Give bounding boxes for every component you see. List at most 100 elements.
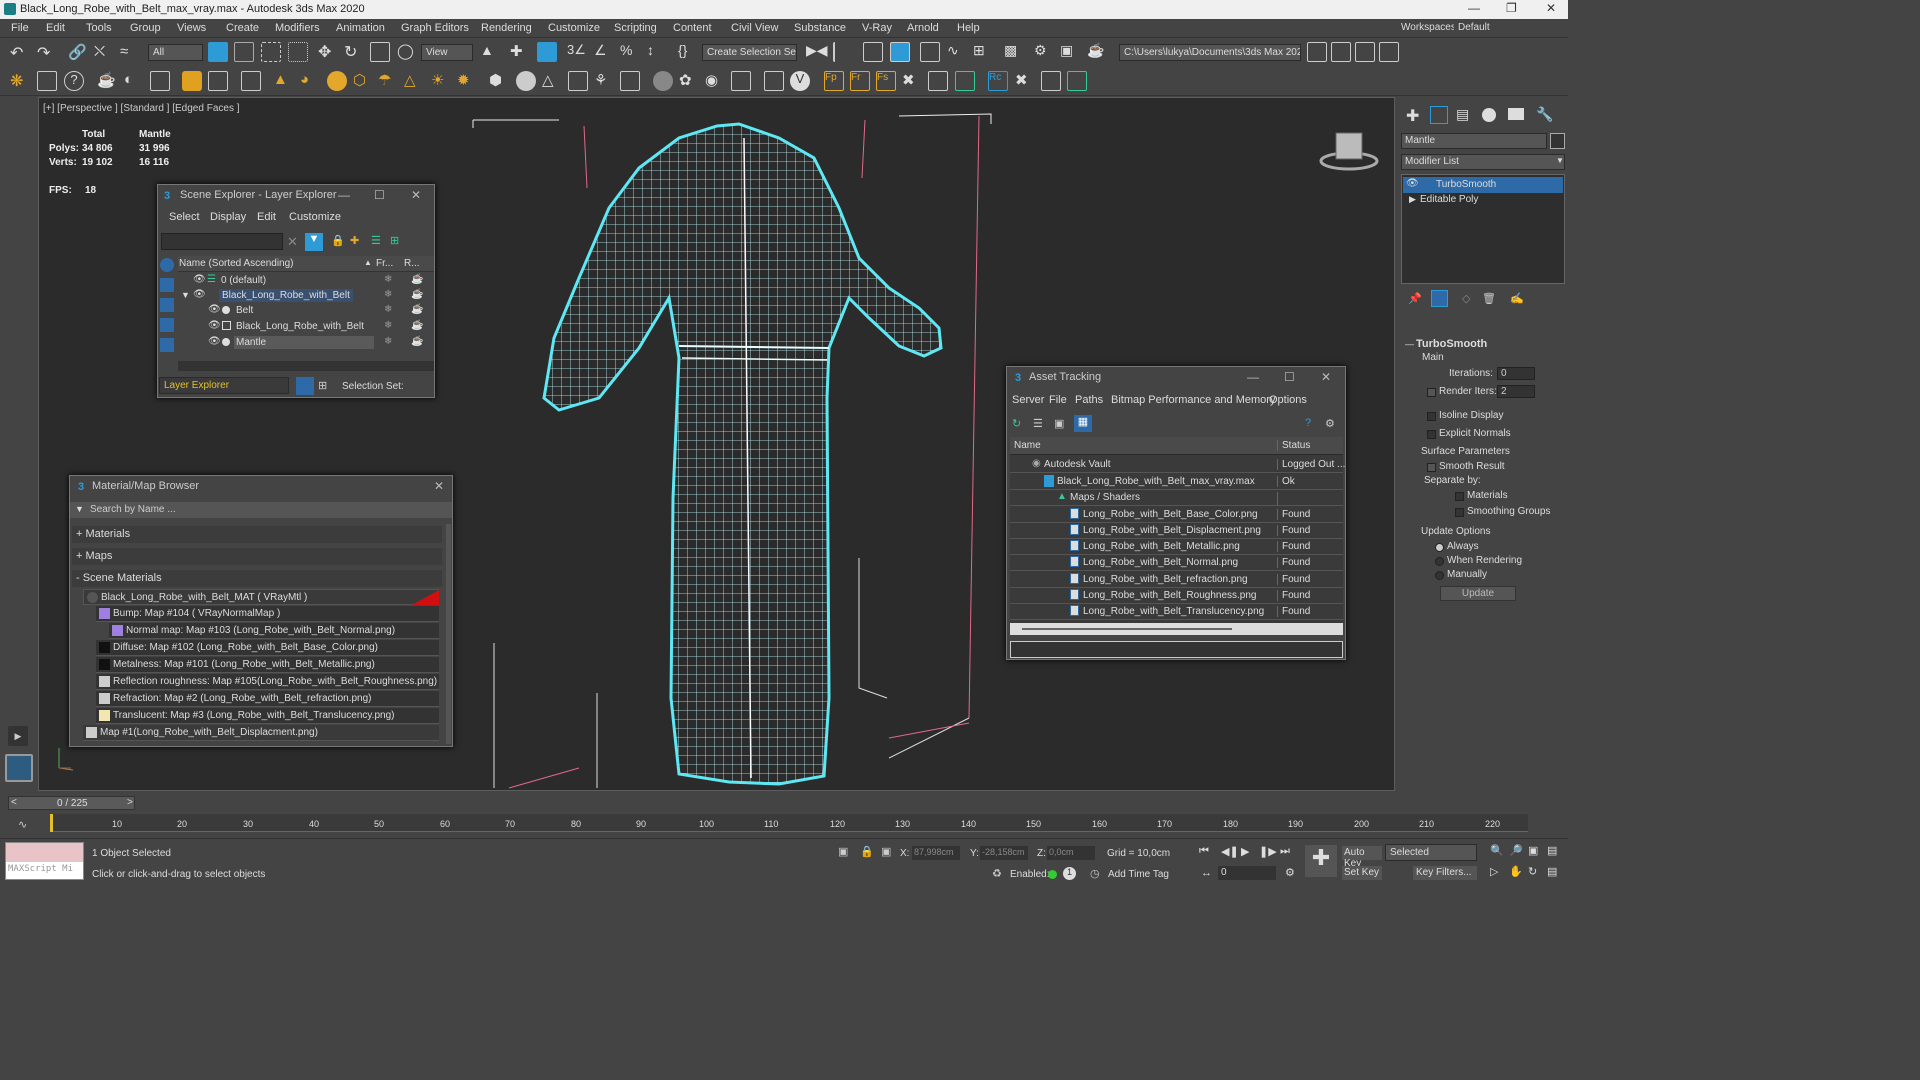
- render-icon[interactable]: ☕: [411, 304, 423, 315]
- vray-camera-icon[interactable]: [241, 71, 261, 91]
- mb-map-item[interactable]: Reflection roughness: Map #105(Long_Robe…: [96, 674, 439, 690]
- auto-key-button[interactable]: Auto Key: [1342, 846, 1382, 869]
- edit-named-sel-icon[interactable]: {}: [678, 42, 698, 62]
- mb-map-item[interactable]: Bump: Map #104 ( VRayNormalMap ): [96, 606, 439, 622]
- vray-multi-icon[interactable]: ✿: [679, 71, 699, 91]
- material-browser-titlebar[interactable]: 3 Material/Map Browser ✕: [70, 476, 452, 498]
- asset-tracking-minimize[interactable]: —: [1247, 370, 1259, 384]
- at-row-bitmap[interactable]: Long_Robe_with_Belt_Displacment.png Foun…: [1010, 523, 1343, 539]
- clear-search-icon[interactable]: ✕: [287, 234, 298, 250]
- select-manipulate-icon[interactable]: ✚: [510, 42, 530, 62]
- render-setup-icon[interactable]: ⚙: [1034, 42, 1054, 62]
- key-filters-button[interactable]: Key Filters...: [1413, 866, 1477, 880]
- stack-eye-icon[interactable]: 👁: [1406, 178, 1419, 189]
- object-color-swatch[interactable]: [1550, 133, 1565, 149]
- menu-content[interactable]: Content: [673, 22, 712, 34]
- project-folder-icon[interactable]: [1307, 42, 1327, 62]
- se-side-helpers-icon[interactable]: [160, 338, 174, 352]
- render-icon[interactable]: ☕: [411, 289, 423, 300]
- keyboard-shortcut-icon[interactable]: [537, 42, 557, 62]
- eye-icon[interactable]: 👁: [208, 320, 221, 331]
- asset-tracking-titlebar[interactable]: 3 Asset Tracking — ☐ ✕: [1007, 367, 1345, 389]
- at-path-field[interactable]: [1010, 641, 1343, 658]
- vray-cube-icon[interactable]: [568, 71, 588, 91]
- vray-dome-icon[interactable]: ◕: [300, 71, 320, 91]
- select-object-icon[interactable]: [208, 42, 228, 62]
- se-col-frozen[interactable]: Fr...: [376, 258, 393, 269]
- prev-frame-icon[interactable]: ◀❚: [1221, 845, 1239, 858]
- filter-icon[interactable]: ▼: [305, 233, 323, 251]
- at-hscrollbar[interactable]: [1010, 623, 1343, 635]
- se-row-mantle[interactable]: 👁 Mantle ❄ ☕: [178, 335, 434, 351]
- list-icon[interactable]: [37, 71, 57, 91]
- vray-sky-icon[interactable]: ✹: [457, 71, 477, 91]
- slider-next-icon[interactable]: >: [127, 797, 133, 808]
- se-menu-edit[interactable]: Edit: [257, 211, 276, 223]
- at-menu-paths[interactable]: Paths: [1075, 394, 1103, 406]
- fp-icon-3[interactable]: Fs: [876, 71, 896, 91]
- vray-ball-icon[interactable]: [516, 71, 536, 91]
- vray-fb-icon[interactable]: [764, 71, 784, 91]
- placement-icon[interactable]: ◯: [397, 42, 417, 62]
- fp-icon-2[interactable]: Fr: [850, 71, 870, 91]
- collapse-arrow-icon[interactable]: ▼: [181, 290, 190, 300]
- scale-icon[interactable]: [370, 42, 390, 62]
- current-frame-field[interactable]: 0: [1218, 866, 1276, 880]
- at-row-bitmap[interactable]: Long_Robe_with_Belt_Metallic.png Found: [1010, 539, 1343, 555]
- fov-icon[interactable]: ▷: [1490, 865, 1498, 878]
- vray-fur-icon[interactable]: [208, 71, 228, 91]
- selection-set-dropdown[interactable]: Create Selection Se: [702, 44, 797, 61]
- set-key-button[interactable]: Set Key: [1342, 866, 1382, 880]
- material-editor-icon[interactable]: ▩: [1004, 42, 1024, 62]
- list-view-icon[interactable]: ☰: [1033, 417, 1043, 430]
- at-row-vault[interactable]: ◉ Autodesk Vault Logged Out ...: [1010, 457, 1345, 473]
- se-side-lights-icon[interactable]: [160, 298, 174, 312]
- at-menu-server[interactable]: Server: [1012, 394, 1044, 406]
- vray-mesh-icon[interactable]: [182, 71, 202, 91]
- remove-modifier-icon[interactable]: 🗑: [1482, 292, 1496, 305]
- make-unique-icon[interactable]: ◇: [1462, 292, 1470, 305]
- se-col-name[interactable]: Name (Sorted Ascending): [179, 258, 294, 269]
- se-row-belt[interactable]: 👁 Belt ❄ ☕: [178, 303, 434, 319]
- object-name-field[interactable]: Mantle: [1401, 133, 1547, 149]
- se-menu-display[interactable]: Display: [210, 211, 246, 223]
- at-row-maps-folder[interactable]: ▲ Maps / Shaders: [1010, 490, 1343, 506]
- curve-editor-icon[interactable]: ∿: [947, 42, 967, 62]
- at-menu-file[interactable]: File: [1049, 394, 1067, 406]
- scene-explorer-minimize[interactable]: —: [338, 188, 350, 202]
- asset-tracking-maximize[interactable]: ☐: [1284, 370, 1295, 384]
- vray-grass-icon[interactable]: ⚘: [594, 71, 614, 91]
- eye-icon[interactable]: 👁: [193, 289, 206, 300]
- menu-arnold[interactable]: Arnold: [907, 22, 939, 34]
- workspaces-dropdown[interactable]: Default: [1454, 20, 1564, 37]
- modifier-list-dropdown[interactable]: Modifier List ▼: [1401, 154, 1565, 170]
- se-row-robe-layer[interactable]: ▼ 👁 Black_Long_Robe_with_Belt ❄ ☕: [178, 288, 434, 304]
- unlink-icon[interactable]: ⛌: [94, 43, 114, 63]
- eye-icon[interactable]: 👁: [208, 304, 221, 315]
- asset-tracking-close[interactable]: ✕: [1321, 370, 1331, 384]
- show-end-result-icon[interactable]: [1431, 290, 1448, 307]
- hierarchy-tab-icon[interactable]: ▤: [1456, 106, 1469, 123]
- selection-lock-icon[interactable]: 🔒: [860, 845, 874, 858]
- at-row-max-file[interactable]: Black_Long_Robe_with_Belt_max_vray.max O…: [1010, 474, 1343, 490]
- grid-icon-1[interactable]: [928, 71, 948, 91]
- at-row-bitmap[interactable]: Long_Robe_with_Belt_Translucency.png Fou…: [1010, 604, 1343, 620]
- motion-tab-icon[interactable]: [1482, 108, 1496, 122]
- at-help-icon[interactable]: ?: [1305, 417, 1311, 429]
- info-icon[interactable]: 1: [1063, 867, 1076, 880]
- refresh-icon[interactable]: ↻: [1012, 417, 1021, 430]
- menu-animation[interactable]: Animation: [336, 22, 385, 34]
- zoom-extents-all-icon[interactable]: ▤: [1547, 844, 1557, 857]
- stack-item-editable-poly[interactable]: ▶ Editable Poly: [1403, 192, 1563, 208]
- se-row-robe-object[interactable]: 👁 Black_Long_Robe_with_Belt ❄ ☕: [178, 319, 434, 335]
- render-icon[interactable]: ☕: [411, 274, 423, 285]
- railclone-icon[interactable]: Rc: [988, 71, 1008, 91]
- layers-icon[interactable]: ☰: [371, 234, 381, 247]
- mb-map-item[interactable]: Diffuse: Map #102 (Long_Robe_with_Belt_B…: [96, 640, 439, 656]
- key-mode-icon[interactable]: ↔: [1201, 867, 1212, 879]
- menu-graph-editors[interactable]: Graph Editors: [401, 22, 469, 34]
- project-open-icon[interactable]: [1355, 42, 1375, 62]
- se-side-geometry-icon[interactable]: [160, 278, 174, 292]
- curve-editor-toggle-icon[interactable]: ∿: [18, 818, 27, 831]
- grid-icon-2[interactable]: [955, 71, 975, 91]
